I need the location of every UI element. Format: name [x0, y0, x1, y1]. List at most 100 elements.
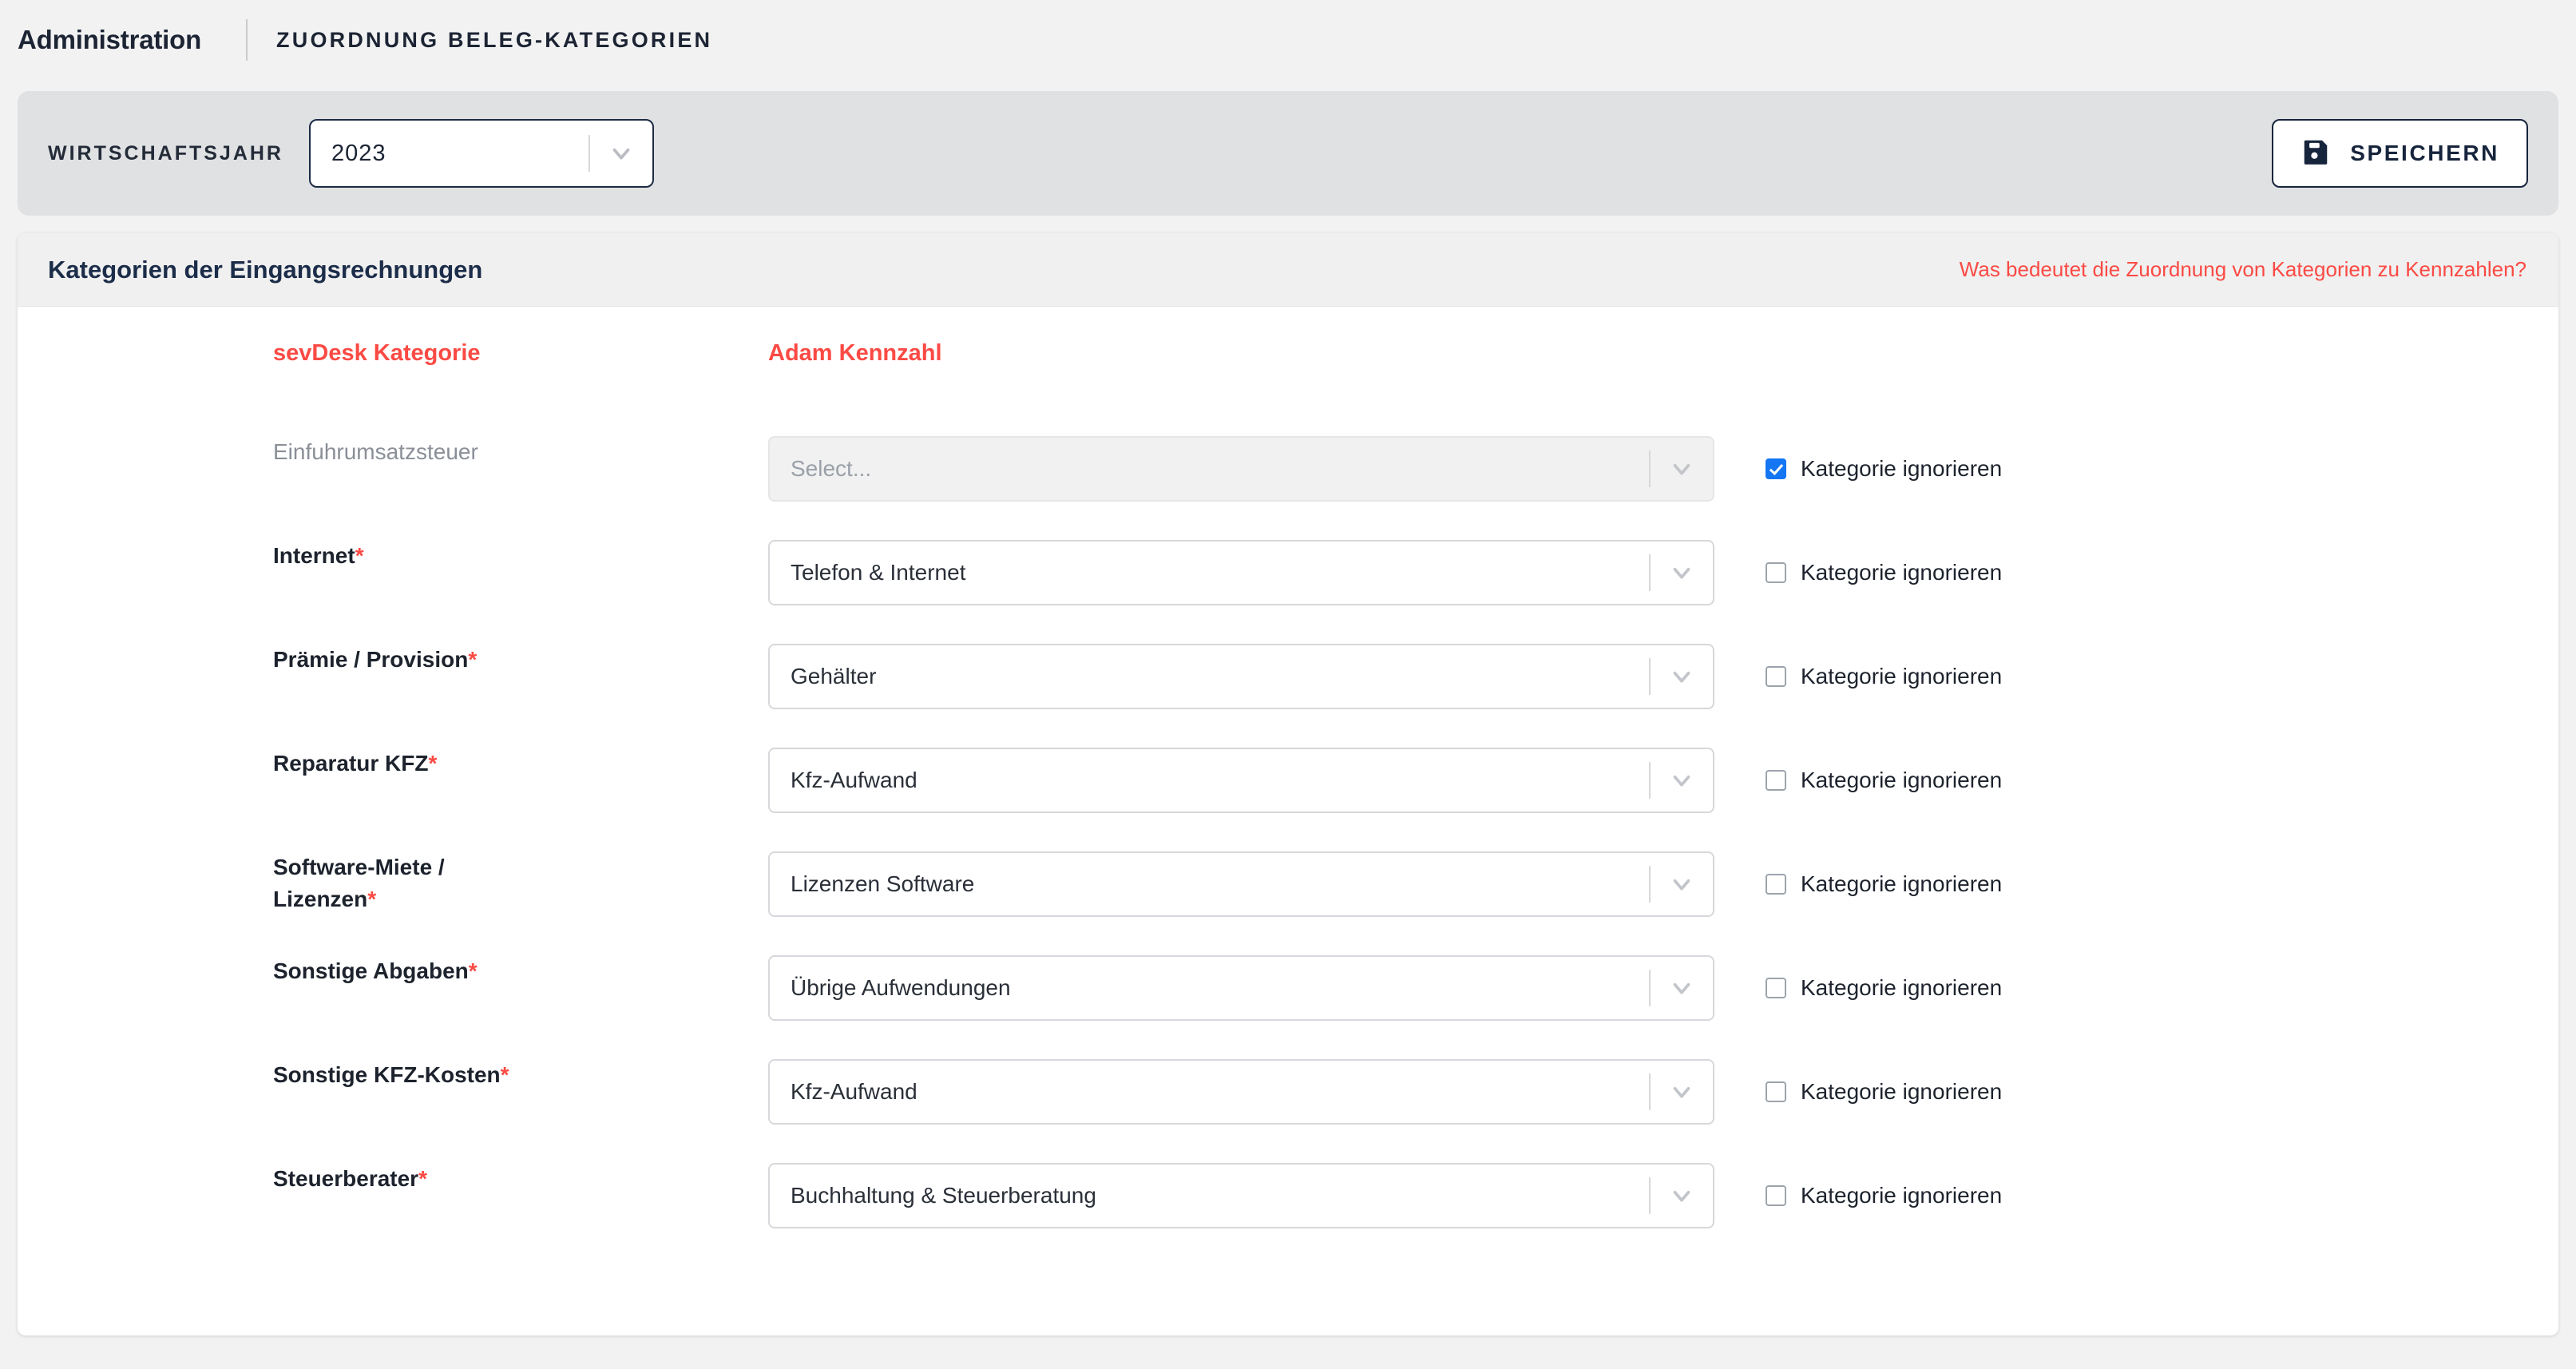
- fiscal-year-label: WIRTSCHAFTSJAHR: [48, 141, 283, 165]
- row-spacer: [18, 813, 2558, 851]
- checkbox-box[interactable]: [1766, 978, 1786, 998]
- checkbox-box[interactable]: [1766, 770, 1786, 791]
- mapping-row: Steuerberater* Buchhaltung & Steuerberatu…: [18, 1163, 2558, 1228]
- ignore-category-checkbox[interactable]: Kategorie ignorieren: [1766, 644, 2558, 709]
- kennzahl-select-value: Kfz-Aufwand: [791, 768, 917, 792]
- checkbox-box[interactable]: [1766, 874, 1786, 895]
- chevron-down-icon[interactable]: [1651, 1182, 1713, 1209]
- breadcrumb-divider: [246, 19, 248, 61]
- checkbox-box[interactable]: [1766, 1081, 1786, 1102]
- required-asterisk: *: [468, 958, 478, 983]
- kennzahl-cell: Lizenzen Software: [768, 851, 1714, 917]
- ignore-cell: Kategorie ignorieren: [1714, 1163, 2558, 1228]
- breadcrumb-subtitle: ZUORDNUNG BELEG-KATEGORIEN: [276, 27, 713, 52]
- mapping-row: Sonstige Abgaben* Übrige Aufwendungen Kate…: [18, 955, 2558, 1021]
- category-label: Prämie / Provision*: [273, 644, 752, 676]
- kennzahl-select[interactable]: Gehälter: [768, 644, 1714, 709]
- required-asterisk: *: [355, 543, 364, 568]
- chevron-down-icon[interactable]: [1651, 1078, 1713, 1105]
- ignore-cell: Kategorie ignorieren: [1714, 436, 2558, 502]
- chevron-down-icon[interactable]: [1651, 559, 1713, 586]
- card-title: Kategorien der Eingangsrechnungen: [48, 255, 483, 284]
- row-spacer: [18, 502, 2558, 540]
- ignore-category-checkbox[interactable]: Kategorie ignorieren: [1766, 955, 2558, 1021]
- ignore-category-label: Kategorie ignorieren: [1801, 768, 2003, 792]
- ignore-category-checkbox[interactable]: Kategorie ignorieren: [1766, 540, 2558, 605]
- ignore-category-checkbox[interactable]: Kategorie ignorieren: [1766, 851, 2558, 917]
- ignore-cell: Kategorie ignorieren: [1714, 644, 2558, 709]
- kennzahl-select[interactable]: Lizenzen Software: [768, 851, 1714, 917]
- ignore-category-label: Kategorie ignorieren: [1801, 975, 2003, 1000]
- categories-card: Kategorien der Eingangsrechnungen Was be…: [18, 233, 2558, 1335]
- kennzahl-select-value: Gehälter: [791, 664, 877, 688]
- kennzahl-cell: Gehälter: [768, 644, 1714, 709]
- column-header-category: sevDesk Kategorie: [273, 340, 481, 366]
- row-spacer: [18, 917, 2558, 955]
- chevron-down-icon[interactable]: [1651, 663, 1713, 690]
- category-label-text: Sonstige Abgaben: [273, 958, 469, 983]
- kennzahl-select-value: Kfz-Aufwand: [791, 1079, 917, 1104]
- card-body: sevDesk Kategorie Adam Kennzahl Einfuhru…: [18, 307, 2558, 1267]
- kennzahl-select[interactable]: Übrige Aufwendungen: [768, 955, 1714, 1021]
- column-headers: sevDesk Kategorie Adam Kennzahl: [18, 340, 2558, 403]
- kennzahl-select-value: Telefon & Internet: [791, 560, 966, 585]
- checkbox-box[interactable]: [1766, 562, 1786, 583]
- row-spacer: [18, 605, 2558, 644]
- help-link[interactable]: Was bedeutet die Zuordnung von Kategorie…: [1960, 257, 2526, 282]
- category-label-cell: Internet*: [273, 540, 768, 572]
- floppy-disk-icon: [2301, 137, 2331, 171]
- column-header-kennzahl: Adam Kennzahl: [768, 340, 942, 366]
- required-asterisk: *: [418, 1166, 427, 1191]
- required-asterisk: *: [500, 1062, 509, 1087]
- required-asterisk: *: [367, 886, 377, 911]
- category-label: Internet*: [273, 540, 752, 572]
- mapping-row: Sonstige KFZ-Kosten* Kfz-Aufwand Kategorie…: [18, 1059, 2558, 1125]
- ignore-category-label: Kategorie ignorieren: [1801, 664, 2003, 688]
- category-label: Einfuhrumsatzsteuer: [273, 436, 752, 468]
- kennzahl-cell: Kfz-Aufwand: [768, 748, 1714, 813]
- kennzahl-cell: Übrige Aufwendungen: [768, 955, 1714, 1021]
- fiscal-year-select[interactable]: 2023: [309, 119, 654, 188]
- ignore-category-label: Kategorie ignorieren: [1801, 560, 2003, 585]
- kennzahl-select[interactable]: Telefon & Internet: [768, 540, 1714, 605]
- chevron-down-icon[interactable]: [1651, 974, 1713, 1002]
- ignore-category-checkbox[interactable]: Kategorie ignorieren: [1766, 748, 2558, 813]
- ignore-category-checkbox[interactable]: Kategorie ignorieren: [1766, 436, 2558, 502]
- kennzahl-select[interactable]: Buchhaltung & Steuerberatung: [768, 1163, 1714, 1228]
- category-label: Reparatur KFZ*: [273, 748, 752, 780]
- fiscal-year-value: 2023: [331, 140, 386, 166]
- ignore-category-checkbox[interactable]: Kategorie ignorieren: [1766, 1163, 2558, 1228]
- category-label-cell: Steuerberater*: [273, 1163, 768, 1195]
- kennzahl-cell: Kfz-Aufwand: [768, 1059, 1714, 1125]
- checkbox-box[interactable]: [1766, 458, 1786, 479]
- kennzahl-select-value: Übrige Aufwendungen: [791, 975, 1011, 1000]
- mapping-row: Einfuhrumsatzsteuer Select... Kategorie ig…: [18, 436, 2558, 502]
- required-asterisk: *: [468, 647, 478, 672]
- kennzahl-cell: Buchhaltung & Steuerberatung: [768, 1163, 1714, 1228]
- category-label-text: Internet: [273, 543, 355, 568]
- chevron-down-icon[interactable]: [1651, 871, 1713, 898]
- row-spacer: [18, 1021, 2558, 1059]
- chevron-down-icon[interactable]: [590, 140, 652, 167]
- save-button[interactable]: SPEICHERN: [2272, 119, 2528, 188]
- category-label-text: Software-Miete /: [273, 855, 451, 879]
- required-asterisk: *: [428, 751, 438, 776]
- save-button-label: SPEICHERN: [2350, 141, 2499, 165]
- page-title: Administration: [18, 25, 202, 54]
- ignore-cell: Kategorie ignorieren: [1714, 851, 2558, 917]
- checkbox-box[interactable]: [1766, 666, 1786, 687]
- category-label-cell: Sonstige KFZ-Kosten*: [273, 1059, 768, 1091]
- ignore-cell: Kategorie ignorieren: [1714, 540, 2558, 605]
- chevron-down-icon[interactable]: [1651, 767, 1713, 794]
- checkbox-box[interactable]: [1766, 1185, 1786, 1206]
- category-label: Steuerberater*: [273, 1163, 752, 1195]
- kennzahl-select[interactable]: Kfz-Aufwand: [768, 1059, 1714, 1125]
- category-label-text: Sonstige KFZ-Kosten: [273, 1062, 501, 1087]
- ignore-category-checkbox[interactable]: Kategorie ignorieren: [1766, 1059, 2558, 1125]
- kennzahl-select[interactable]: Kfz-Aufwand: [768, 748, 1714, 813]
- row-spacer: [18, 1125, 2558, 1163]
- row-spacer: [18, 1228, 2558, 1267]
- ignore-cell: Kategorie ignorieren: [1714, 955, 2558, 1021]
- category-label: Software-Miete / Lizenzen*: [273, 851, 752, 915]
- ignore-cell: Kategorie ignorieren: [1714, 748, 2558, 813]
